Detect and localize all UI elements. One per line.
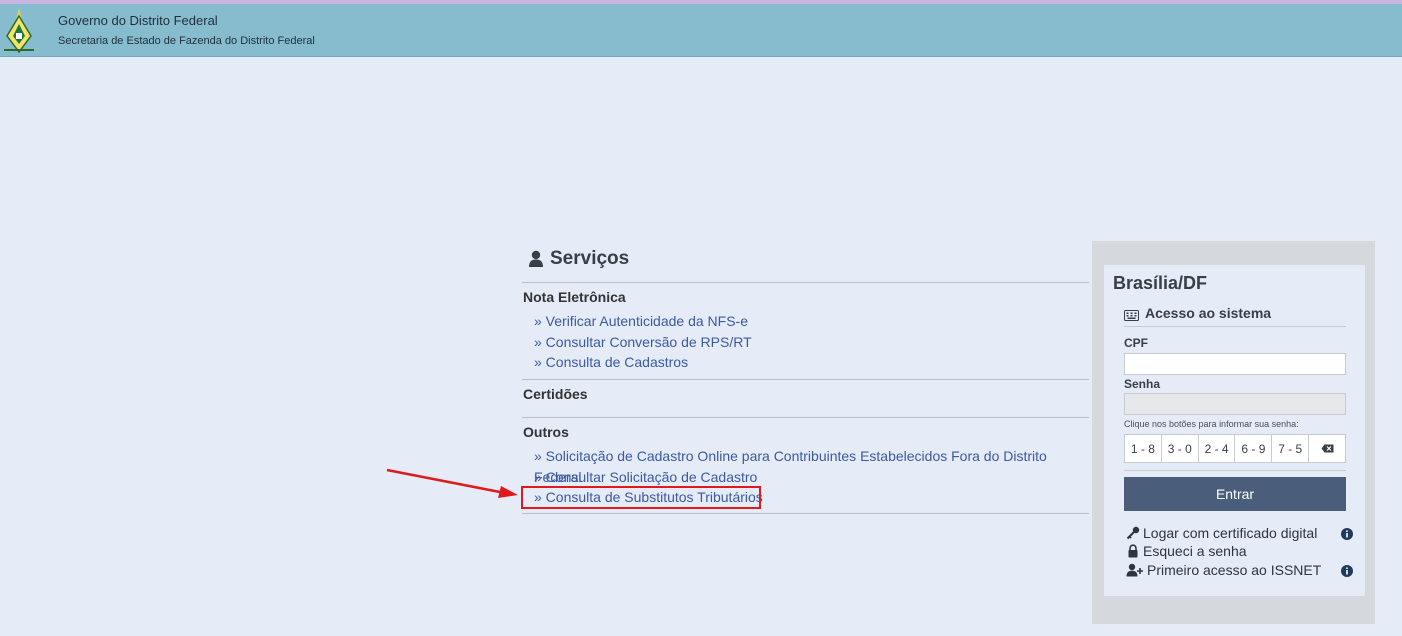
section-outros: Outros » Solicitação de Cadastro Online … [521,418,1089,513]
link-verificar-autenticidade[interactable]: » Verificar Autenticidade da NFS-e [522,311,1089,332]
keypad-key-3-0[interactable]: 3 - 0 [1162,435,1199,462]
section-title: Certidões [523,386,588,402]
link-consulta-cadastros[interactable]: » Consulta de Cadastros [522,352,1089,373]
login-panel: Brasília/DF Acesso ao sistema CPF Senha [1092,241,1375,624]
divider [522,513,1089,514]
access-title: Acesso ao sistema [1145,305,1272,321]
virtual-keypad: 1 - 8 3 - 0 2 - 4 6 - 9 7 - 5 [1124,434,1346,463]
forgot-password-link[interactable]: Esqueci a senha [1126,543,1247,559]
first-access-link[interactable]: Primeiro acesso ao ISSNET [1126,562,1321,578]
forgot-label: Esqueci a senha [1143,543,1247,559]
divider [1124,470,1346,471]
highlight-wrapper: » Consulta de Substitutos Tributários [521,486,1089,509]
backspace-button[interactable] [1309,435,1345,462]
city-title: Brasília/DF [1113,273,1208,293]
keypad-key-1-8[interactable]: 1 - 8 [1125,435,1162,462]
divider [1124,326,1346,327]
gov-subtitle: Secretaria de Estado de Fazenda do Distr… [58,35,315,47]
services-panel: Serviços Nota Eletrônica » Verificar Aut… [521,246,1089,514]
keypad-key-7-5[interactable]: 7 - 5 [1272,435,1310,462]
info-icon[interactable] [1341,564,1353,577]
login-box: Brasília/DF Acesso ao sistema CPF Senha [1104,265,1365,596]
password-input[interactable] [1124,393,1346,415]
cpf-input[interactable] [1124,353,1346,375]
keyboard-icon [1124,308,1139,321]
keypad-key-2-4[interactable]: 2 - 4 [1199,435,1236,462]
access-heading: Acesso ao sistema [1124,305,1271,321]
password-label: Senha [1124,377,1161,391]
cpf-label: CPF [1124,336,1148,350]
lock-icon [1126,544,1140,558]
red-arrow-annotation [386,468,518,498]
link-consultar-conversao-rps[interactable]: » Consultar Conversão de RPS/RT [522,332,1089,353]
login-certificate-link[interactable]: Logar com certificado digital [1126,525,1317,541]
gdf-coat-of-arms-logo [0,6,38,56]
gov-title: Governo do Distrito Federal [58,13,218,28]
backspace-icon [1321,444,1334,453]
password-hint: Clique nos botões para informar sua senh… [1124,419,1299,429]
section-title: Nota Eletrônica [523,289,626,305]
keypad-key-6-9[interactable]: 6 - 9 [1235,435,1273,462]
first-access-label: Primeiro acesso ao ISSNET [1147,562,1322,578]
services-title: Serviços [550,248,630,269]
section-certidoes: Certidões [522,380,1089,417]
user-plus-icon [1126,563,1143,577]
services-heading: Serviços [522,246,1089,272]
certificate-label: Logar com certificado digital [1143,525,1318,541]
site-header: Governo do Distrito Federal Secretaria d… [0,4,1402,57]
section-nota-eletronica: Nota Eletrônica » Verificar Autenticidad… [522,283,1089,379]
section-title: Outros [523,424,569,440]
user-icon [528,250,544,268]
link-solicitacao-cadastro-online[interactable]: » Solicitação de Cadastro Online para Co… [522,446,1089,485]
info-icon[interactable] [1341,527,1353,540]
link-consultar-solicitacao-cadastro[interactable]: » Consultar Solicitação de Cadastro [522,467,1089,488]
red-highlight-box [521,486,761,509]
key-icon [1126,526,1140,540]
enter-button[interactable]: Entrar [1124,477,1346,511]
